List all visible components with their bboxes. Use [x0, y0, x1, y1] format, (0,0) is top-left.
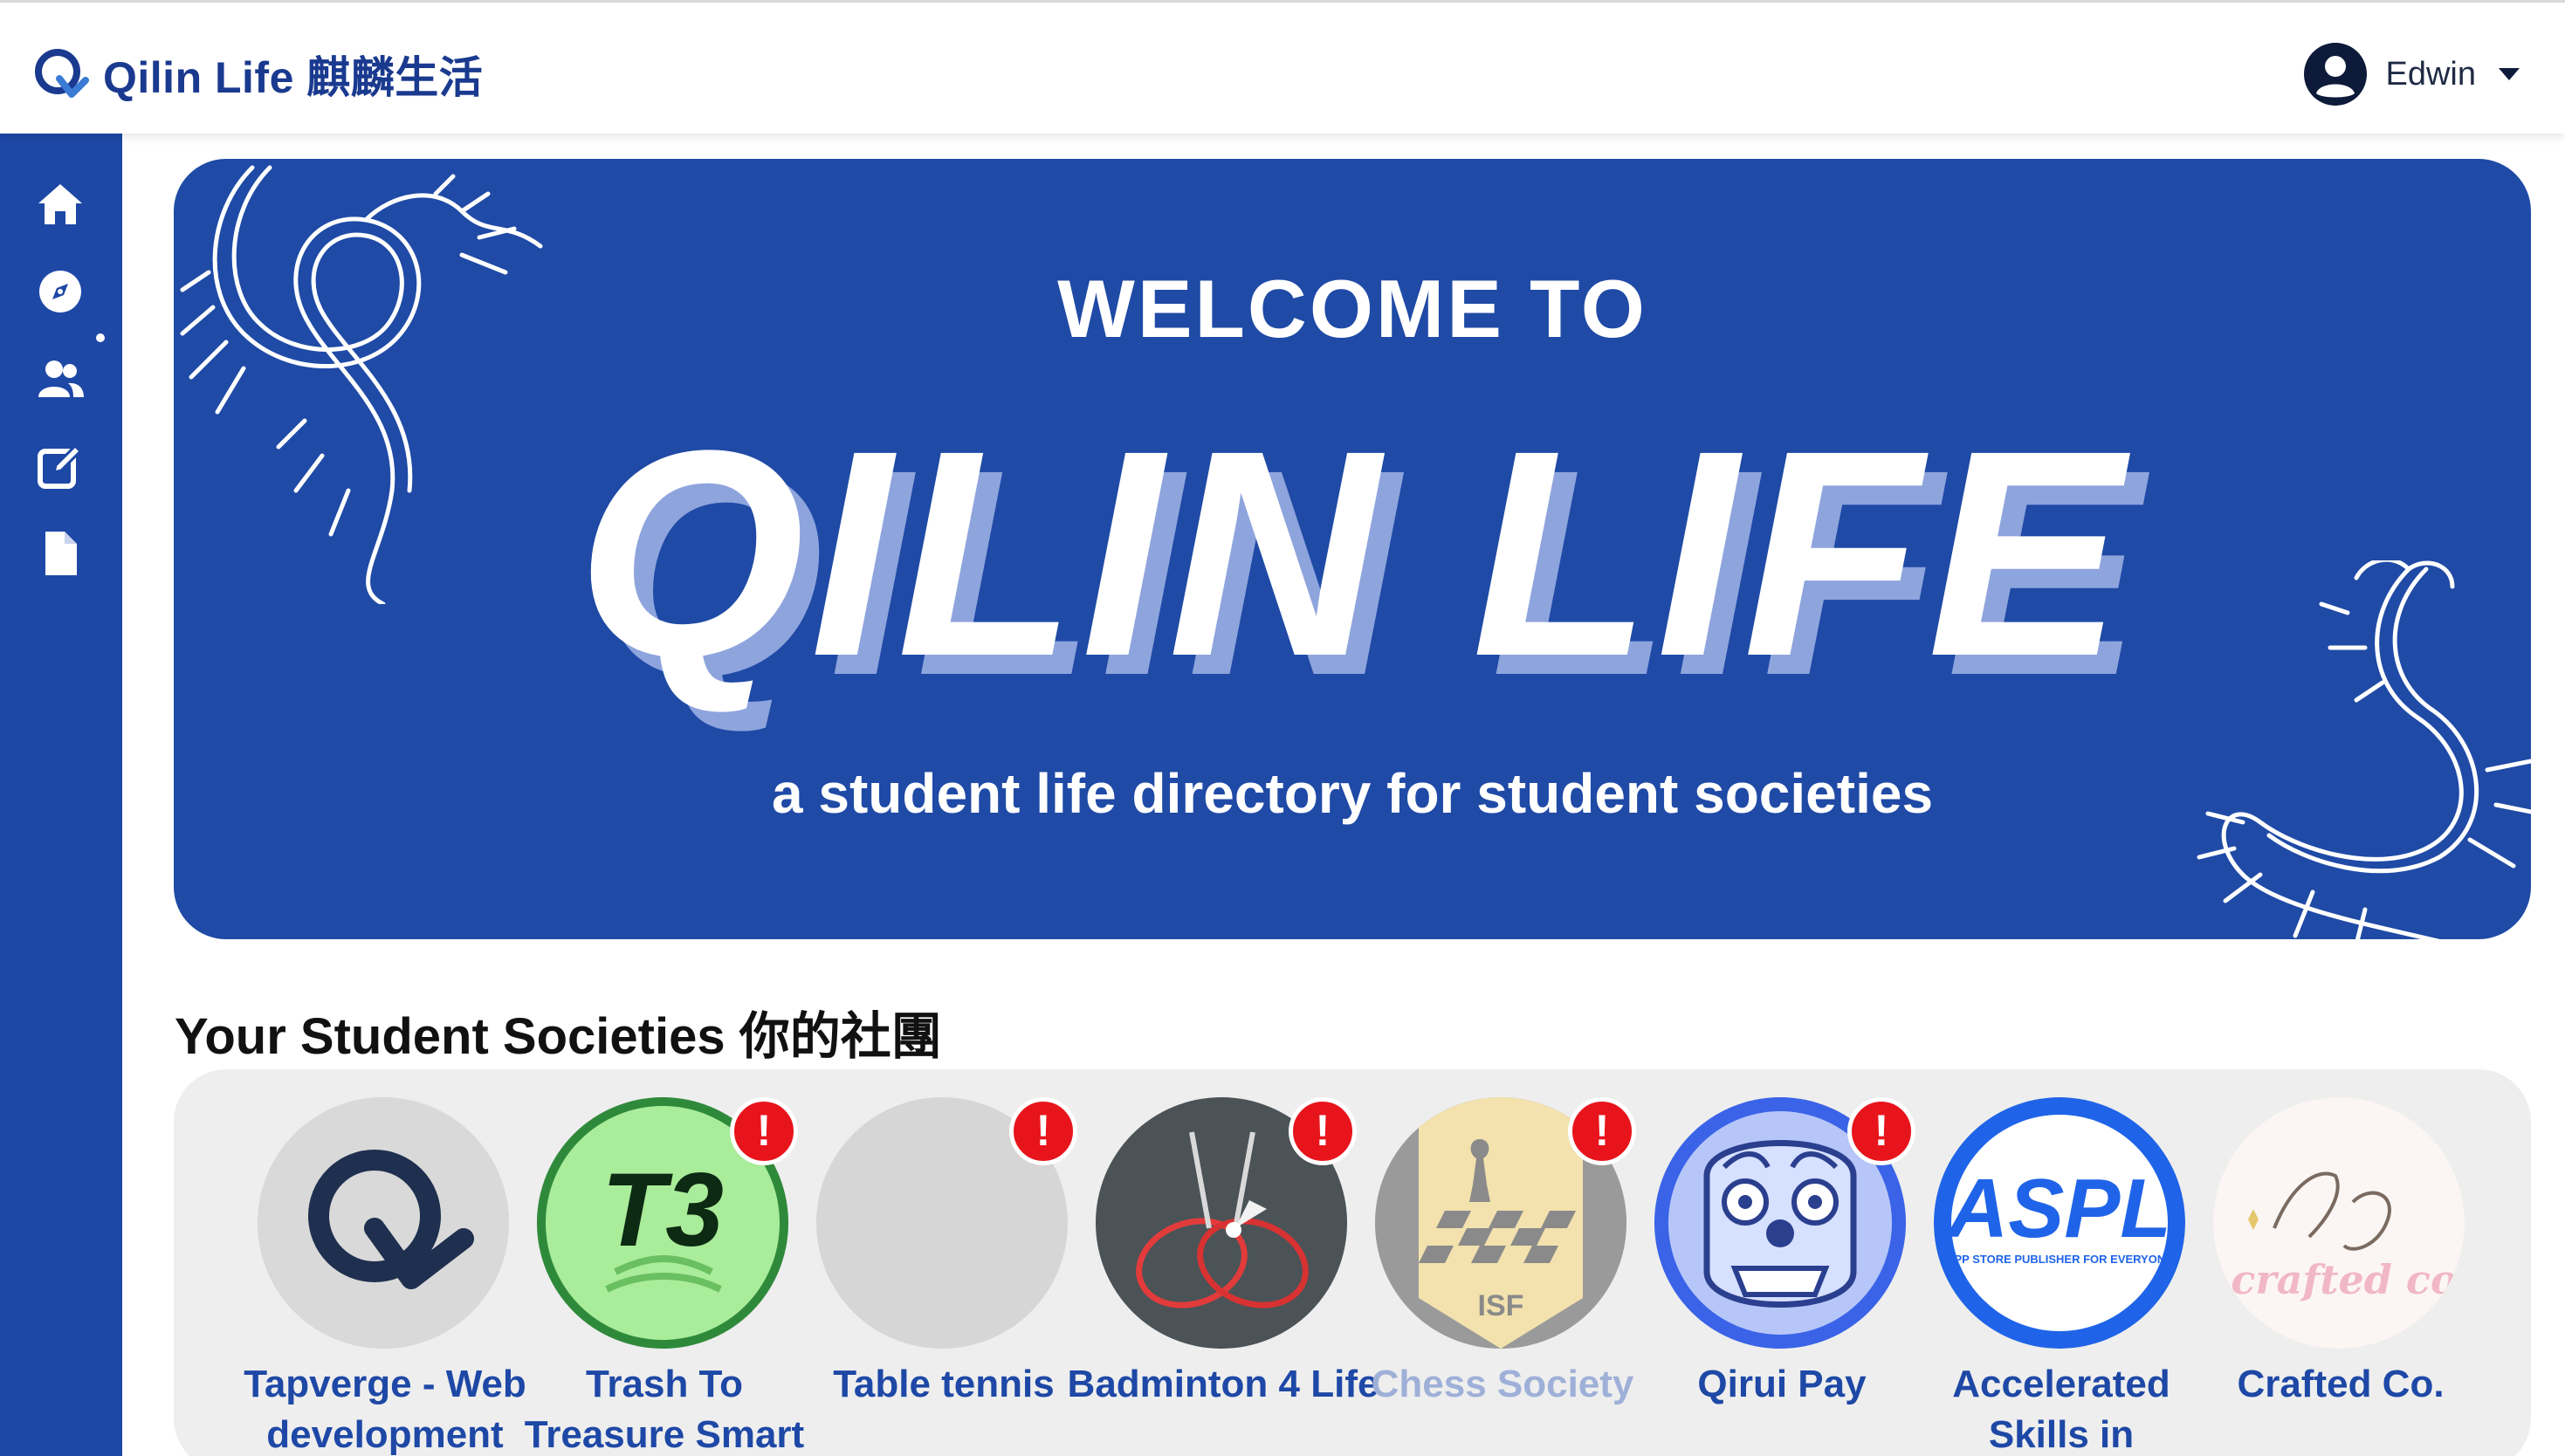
qilin-logo-icon — [258, 1097, 509, 1349]
society-name: Crafted Co. — [2237, 1363, 2445, 1405]
crafted-logo-icon: crafted co — [2213, 1097, 2465, 1349]
edit-icon — [38, 443, 83, 489]
welcome-banner: WELCOME TO QILIN LIFE a student life dir… — [174, 159, 2531, 939]
society-name: Tapverge - Web development — [244, 1363, 526, 1456]
alert-badge: ! — [1289, 1097, 1357, 1165]
chevron-down-icon — [2499, 68, 2520, 80]
banner-welcome-text: WELCOME TO — [1057, 263, 1647, 354]
alert-badge: ! — [1009, 1097, 1077, 1165]
home-icon — [38, 184, 82, 224]
banner-subtitle: a student life directory for student soc… — [771, 762, 1934, 825]
society-name: Accelerated Skills in — [1952, 1363, 2170, 1456]
svg-text:APP STORE PUBLISHER FOR EVERYO: APP STORE PUBLISHER FOR EVERYONE — [1946, 1253, 2173, 1266]
society-avatar — [258, 1097, 509, 1349]
sidebar-item-documents[interactable] — [33, 526, 87, 580]
qilin-logo-icon — [35, 49, 89, 98]
sidebar-item-societies[interactable] — [33, 352, 87, 406]
file-icon — [45, 532, 77, 575]
user-menu[interactable]: Edwin — [2303, 39, 2520, 109]
svg-text:crafted co: crafted co — [2231, 1256, 2457, 1303]
alert-badge: ! — [1568, 1097, 1636, 1165]
svg-text:ISF: ISF — [1478, 1289, 1524, 1322]
compass-icon — [39, 271, 81, 312]
users-icon — [38, 361, 84, 397]
alert-badge: ! — [1847, 1097, 1915, 1165]
society-avatar: crafted co — [2213, 1097, 2465, 1349]
banner-title: QILIN LIFE — [576, 390, 2128, 718]
aspl-logo-icon: ASPL APP STORE PUBLISHER FOR EVERYONE — [1934, 1097, 2185, 1349]
user-circle-icon — [2303, 43, 2367, 106]
society-name: Table tennis — [833, 1363, 1055, 1405]
svg-text:T3: T3 — [602, 1151, 724, 1268]
sidebar-item-explore[interactable] — [33, 264, 87, 319]
brand[interactable]: Qilin Life 麒麟生活 — [31, 39, 483, 109]
society-name: Chess Society — [1371, 1363, 1634, 1405]
sidebar-item-edit[interactable] — [33, 439, 87, 493]
svg-text:ASPL: ASPL — [1946, 1162, 2171, 1255]
user-name: Edwin — [2385, 55, 2477, 93]
active-indicator-dot — [96, 333, 105, 342]
society-name: Qirui Pay — [1697, 1363, 1867, 1405]
sidebar — [0, 134, 122, 1456]
section-title: Your Student Societies 你的社團 — [175, 1008, 942, 1065]
society-avatar: ASPL APP STORE PUBLISHER FOR EVERYONE — [1934, 1097, 2185, 1349]
society-name: Trash To Treasure Smart — [524, 1363, 805, 1456]
sidebar-item-home[interactable] — [33, 177, 87, 231]
top-bar: Qilin Life 麒麟生活 Edwin — [0, 0, 2565, 134]
brand-name: Qilin Life 麒麟生活 — [103, 53, 484, 102]
alert-badge: ! — [730, 1097, 798, 1165]
society-name: Badminton 4 Life — [1067, 1363, 1379, 1405]
societies-carousel[interactable]: Tapverge - Web development T3 ! Trash To… — [174, 1069, 2531, 1456]
